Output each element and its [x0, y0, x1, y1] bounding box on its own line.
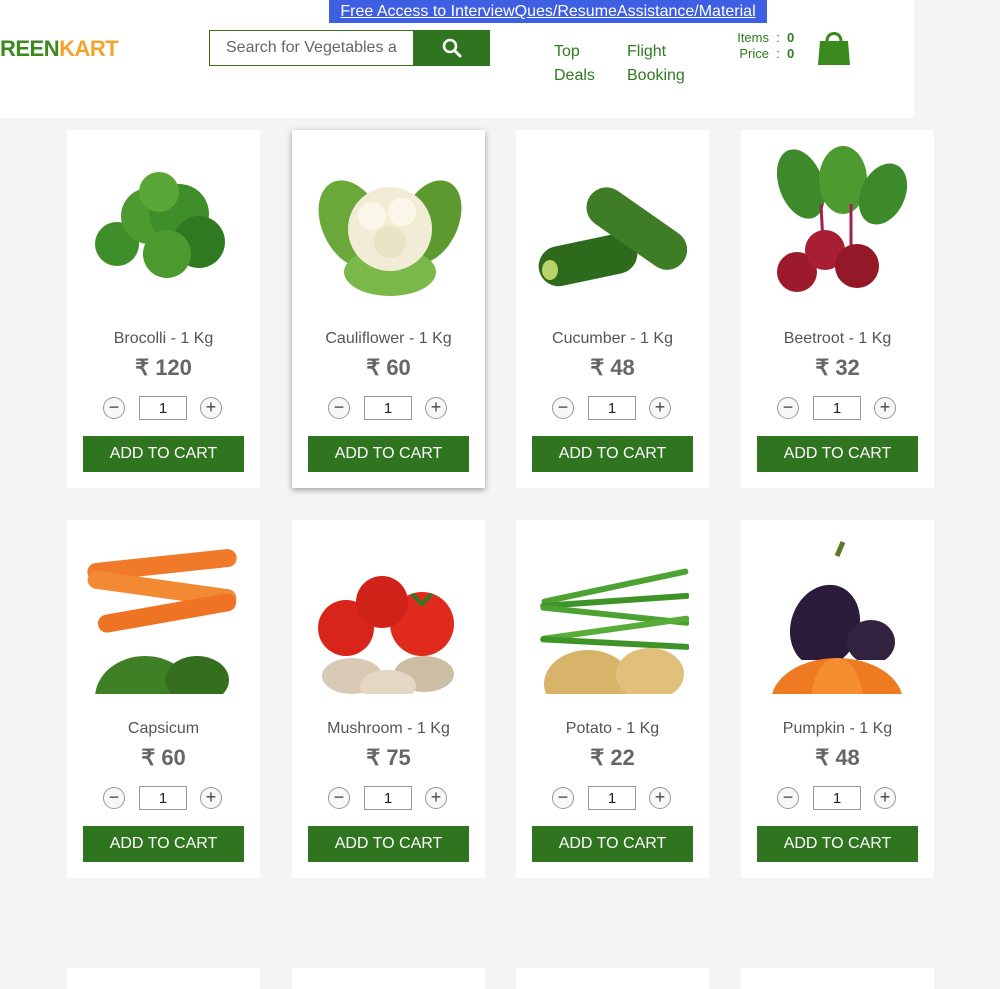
decrement-button[interactable]: −	[777, 397, 799, 419]
brand-logo-green: REEN	[0, 36, 60, 61]
cucumber-image	[538, 187, 688, 287]
cart-summary: Items : 0 Price : 0	[728, 30, 794, 62]
search-button[interactable]	[413, 30, 490, 66]
increment-button[interactable]: +	[425, 397, 447, 419]
decrement-button[interactable]: −	[103, 397, 125, 419]
potato-image	[536, 568, 689, 694]
decrement-button[interactable]: −	[552, 787, 574, 809]
increment-button[interactable]: +	[874, 787, 896, 809]
product-price: ₹ 60	[141, 745, 186, 770]
brand-logo-orange: KART	[59, 36, 119, 61]
decrement-button[interactable]: −	[328, 397, 350, 419]
add-to-cart-button[interactable]: ADD TO CART	[532, 436, 693, 472]
product-name: Beetroot - 1 Kg	[783, 330, 892, 347]
decrement-button[interactable]: −	[103, 787, 125, 809]
price-label: Price	[739, 46, 769, 61]
search-icon	[442, 38, 461, 58]
product-card: Cauliflower - 1 Kg ₹ 60 − + ADD TO CART	[292, 130, 485, 488]
quantity-input[interactable]	[364, 786, 412, 810]
product-card: Capsicum ₹ 60 − + ADD TO CART	[67, 520, 260, 878]
decrement-button[interactable]: −	[328, 787, 350, 809]
add-to-cart-button[interactable]: ADD TO CART	[532, 826, 693, 862]
quantity-input[interactable]	[364, 396, 412, 420]
items-count: 0	[787, 30, 795, 45]
increment-button[interactable]: +	[200, 787, 222, 809]
increment-button[interactable]: +	[200, 397, 222, 419]
price-colon: :	[776, 46, 780, 61]
product-card	[516, 968, 709, 989]
quantity-stepper: − +	[552, 786, 672, 810]
items-label: Items	[737, 30, 769, 45]
quantity-input[interactable]	[139, 396, 187, 420]
product-card: Cucumber - 1 Kg ₹ 48 − + ADD TO CART	[516, 130, 709, 488]
nav-flight-booking[interactable]: Flight Booking	[627, 40, 685, 88]
product-name: Pumpkin - 1 Kg	[782, 720, 893, 737]
cauliflower-image	[318, 180, 462, 296]
decrement-button[interactable]: −	[777, 787, 799, 809]
quantity-stepper: − +	[103, 396, 223, 420]
add-to-cart-button[interactable]: ADD TO CART	[83, 826, 244, 862]
add-to-cart-button[interactable]: ADD TO CART	[757, 436, 918, 472]
quantity-input[interactable]	[813, 786, 861, 810]
product-card	[741, 968, 934, 989]
product-card: Mushroom - 1 Kg ₹ 75 − + ADD TO CART	[292, 520, 485, 878]
increment-button[interactable]: +	[874, 397, 896, 419]
quantity-input[interactable]	[813, 396, 861, 420]
pumpkin-image	[761, 541, 914, 694]
increment-button[interactable]: +	[425, 787, 447, 809]
quantity-stepper: − +	[328, 396, 448, 420]
product-price: ₹ 48	[815, 745, 860, 770]
product-price: ₹ 22	[590, 745, 635, 770]
product-price: ₹ 75	[366, 745, 411, 770]
capsicum-image	[87, 549, 240, 694]
product-price: ₹ 48	[590, 355, 635, 380]
product-name: Cucumber - 1 Kg	[552, 330, 673, 347]
beetroot-image	[776, 146, 908, 292]
product-name: Brocolli - 1 Kg	[113, 330, 214, 347]
increment-button[interactable]: +	[649, 397, 671, 419]
promo-link[interactable]: Free Access to InterviewQues/ResumeAssis…	[329, 0, 767, 23]
product-card: Brocolli - 1 Kg ₹ 120 − + ADD TO CART	[67, 130, 260, 488]
nav-top-deals[interactable]: Top Deals	[554, 40, 595, 88]
broccoli-image	[95, 172, 225, 278]
product-price: ₹ 60	[366, 355, 411, 380]
add-to-cart-button[interactable]: ADD TO CART	[308, 826, 469, 862]
product-name: Capsicum	[127, 720, 200, 737]
product-name: Mushroom - 1 Kg	[327, 720, 450, 737]
quantity-input[interactable]	[139, 786, 187, 810]
product-price: ₹ 120	[135, 355, 192, 380]
product-card	[67, 968, 260, 989]
product-card: Potato - 1 Kg ₹ 22 − + ADD TO CART	[516, 520, 709, 878]
quantity-stepper: − +	[777, 786, 897, 810]
quantity-stepper: − +	[552, 396, 672, 420]
product-card	[292, 968, 485, 989]
product-card: Beetroot - 1 Kg ₹ 32 − + ADD TO CART	[741, 130, 934, 488]
shopping-bag-icon[interactable]	[817, 29, 851, 66]
add-to-cart-button[interactable]: ADD TO CART	[83, 436, 244, 472]
add-to-cart-button[interactable]: ADD TO CART	[757, 826, 918, 862]
add-to-cart-button[interactable]: ADD TO CART	[308, 436, 469, 472]
mushroom-image	[312, 576, 465, 694]
product-name: Potato - 1 Kg	[565, 720, 660, 737]
items-colon: :	[776, 30, 780, 45]
quantity-stepper: − +	[777, 396, 897, 420]
site-header: Free Access to InterviewQues/ResumeAssis…	[0, 0, 914, 118]
increment-button[interactable]: +	[649, 787, 671, 809]
product-card: Pumpkin - 1 Kg ₹ 48 − + ADD TO CART	[741, 520, 934, 878]
quantity-stepper: − +	[328, 786, 448, 810]
decrement-button[interactable]: −	[552, 397, 574, 419]
search-input[interactable]	[209, 30, 414, 66]
quantity-input[interactable]	[588, 396, 636, 420]
quantity-input[interactable]	[588, 786, 636, 810]
product-price: ₹ 32	[815, 355, 860, 380]
quantity-stepper: − +	[103, 786, 223, 810]
product-name: Cauliflower - 1 Kg	[325, 330, 452, 347]
brand-logo[interactable]: REENKART	[0, 36, 119, 62]
price-total: 0	[787, 46, 795, 61]
